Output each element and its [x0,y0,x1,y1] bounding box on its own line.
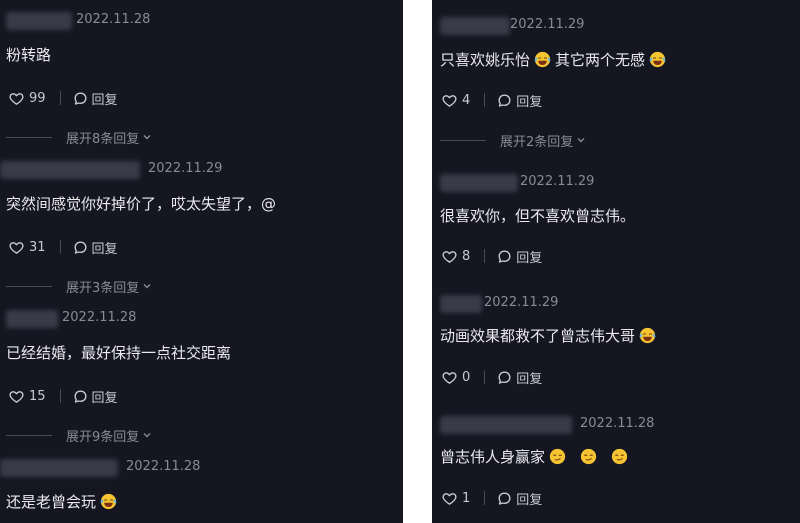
expand-line [6,434,52,436]
expand-line [6,136,52,138]
like-count: 1 [462,490,471,506]
reply-button[interactable]: 回复 [92,238,118,257]
comment-date: 2022.11.28 [580,416,655,431]
like-count: 4 [462,92,471,108]
comment-actions: 31 回复 [9,237,118,257]
smirk-emoji-icon [611,448,628,465]
like-count: 8 [462,248,471,264]
comment-date: 2022.11.29 [148,161,223,176]
reply-button[interactable]: 回复 [92,89,118,108]
divider [484,93,486,107]
reply-bubble-icon[interactable] [73,240,88,255]
username-blurred [440,416,572,434]
smirk-emoji-icon [580,448,597,465]
like-count: 0 [462,369,471,385]
comment-panel-left: 2022.11.28 粉转路 99 回复 展开8条回复 2022.11.29 突… [0,0,403,523]
comment-actions: 15 回复 [9,386,118,406]
like-heart-icon[interactable] [9,389,24,404]
username-blurred [6,310,58,328]
divider [59,389,61,403]
like-count: 31 [29,239,46,255]
comment-text: 曾志伟人身赢家 [440,446,632,467]
tears-of-joy-emoji-icon [649,51,666,68]
expand-line [440,139,486,141]
comment-date: 2022.11.29 [484,295,559,310]
expand-replies-label[interactable]: 展开8条回复 [66,128,139,147]
expand-replies-label[interactable]: 展开3条回复 [66,277,139,296]
username-blurred [440,295,482,313]
reply-button[interactable]: 回复 [516,91,542,110]
comment-panel-right: 2022.11.29 只喜欢姚乐怡 其它两个无感 4 回复 展开2条回复 2022… [432,0,800,523]
comment-text: 已经结婚，最好保持一点社交距离 [6,344,232,362]
divider [59,91,61,105]
comment-text-content: 曾志伟人身赢家 [440,448,546,466]
comment-date: 2022.11.28 [126,459,201,474]
tears-of-joy-emoji-icon [639,327,656,344]
chevron-down-icon [142,281,152,291]
chevron-down-icon [142,430,152,440]
reply-button[interactable]: 回复 [516,368,542,387]
laughing-crying-emoji-icon [100,493,117,510]
reply-button[interactable]: 回复 [516,489,542,508]
expand-replies-button[interactable]: 展开2条回复 [440,131,586,150]
like-heart-icon[interactable] [9,91,24,106]
comment-date: 2022.11.28 [62,310,137,325]
chevron-down-icon [576,135,586,145]
username-blurred [0,459,118,477]
expand-replies-label[interactable]: 展开2条回复 [500,131,573,150]
divider [484,249,486,263]
like-heart-icon[interactable] [442,491,457,506]
comment-text: 突然间感觉你好掉价了，哎太失望了，@ [6,195,277,213]
comment-text: 还是老曾会玩 [6,491,121,512]
comment-actions: 99 回复 [9,88,118,108]
comment-actions: 4 回复 [442,90,542,110]
expand-replies-label[interactable]: 展开9条回复 [66,426,139,445]
comment-text-content: 还是老曾会玩 [6,493,97,511]
comment-actions: 1 回复 [442,488,542,508]
like-count: 15 [29,388,46,404]
smirk-emoji-icon [549,448,566,465]
rolling-laughing-emoji-icon [534,51,551,68]
comment-actions: 8 回复 [442,246,542,266]
comment-text: 动画效果都救不了曾志伟大哥 [440,325,660,346]
comment-date: 2022.11.29 [520,174,595,189]
like-count: 99 [29,90,46,106]
expand-replies-button[interactable]: 展开8条回复 [6,128,152,147]
comment-text: 很喜欢你，但不喜欢曾志伟。 [440,207,636,225]
username-blurred [6,12,72,30]
divider [484,370,486,384]
like-heart-icon[interactable] [442,249,457,264]
reply-bubble-icon[interactable] [497,491,512,506]
reply-bubble-icon[interactable] [497,249,512,264]
expand-replies-button[interactable]: 展开9条回复 [6,426,152,445]
reply-bubble-icon[interactable] [73,389,88,404]
divider [484,491,486,505]
reply-button[interactable]: 回复 [92,387,118,406]
username-blurred [440,17,510,35]
like-heart-icon[interactable] [442,93,457,108]
username-blurred [0,161,140,179]
expand-replies-button[interactable]: 展开3条回复 [6,277,152,296]
reply-bubble-icon[interactable] [497,370,512,385]
comment-text-content: 动画效果都救不了曾志伟大哥 [440,327,636,345]
comment-text-content: 其它两个无感 [555,51,646,69]
chevron-down-icon [142,132,152,142]
expand-line [6,285,52,287]
comment-text: 只喜欢姚乐怡 其它两个无感 [440,49,670,70]
comment-date: 2022.11.28 [76,12,151,27]
like-heart-icon[interactable] [9,240,24,255]
divider [59,240,61,254]
comment-date: 2022.11.29 [510,17,585,32]
comment-text: 粉转路 [6,46,52,64]
comment-text-content: 只喜欢姚乐怡 [440,51,531,69]
reply-bubble-icon[interactable] [497,93,512,108]
username-blurred [440,174,518,192]
comment-actions: 0 回复 [442,367,542,387]
reply-bubble-icon[interactable] [73,91,88,106]
reply-button[interactable]: 回复 [516,247,542,266]
like-heart-icon[interactable] [442,370,457,385]
